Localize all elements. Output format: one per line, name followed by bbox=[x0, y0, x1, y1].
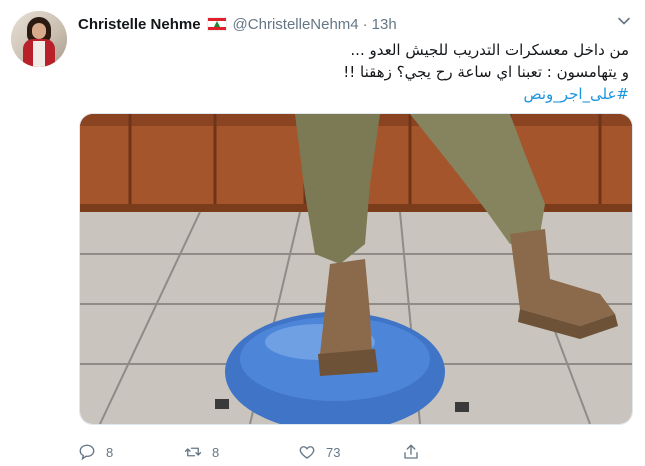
tweet-header: Christelle Nehme @ChristelleNehm4 · 13h bbox=[78, 14, 397, 34]
reply-button[interactable]: 8 bbox=[78, 442, 113, 462]
like-button[interactable]: 73 bbox=[298, 442, 340, 462]
tweet-actions: 8 8 73 bbox=[78, 442, 618, 462]
share-icon bbox=[404, 444, 418, 459]
retweet-count: 8 bbox=[212, 444, 220, 460]
tweet-text-line: و يتهامسون : تعبنا اي ساعة رح يجي؟ زهقنا… bbox=[343, 63, 629, 81]
author-name[interactable]: Christelle Nehme bbox=[78, 16, 201, 33]
tweet-text: من داخل معسكرات التدريب للجيش العدو ... … bbox=[89, 39, 629, 105]
author-handle[interactable]: @ChristelleNehm4 bbox=[233, 16, 359, 33]
photo-illustration bbox=[80, 114, 632, 424]
chevron-down-icon[interactable] bbox=[617, 14, 631, 28]
reply-icon bbox=[79, 444, 95, 461]
share-button[interactable] bbox=[402, 442, 430, 462]
lebanon-flag-icon bbox=[206, 17, 227, 31]
like-count: 73 bbox=[326, 444, 341, 460]
heart-icon bbox=[299, 446, 315, 459]
retweet-button[interactable]: 8 bbox=[184, 442, 219, 462]
tweet-photo[interactable] bbox=[79, 113, 633, 425]
hashtag-link[interactable]: #على_اجر_ونص bbox=[89, 83, 630, 105]
separator-dot: · bbox=[362, 15, 368, 33]
tweet-text-line: من داخل معسكرات التدريب للجيش العدو ... bbox=[350, 41, 629, 59]
tweet-card[interactable]: Christelle Nehme @ChristelleNehm4 · 13h … bbox=[0, 0, 645, 466]
tweet-timestamp[interactable]: 13h bbox=[372, 16, 397, 33]
reply-count: 8 bbox=[106, 444, 114, 460]
avatar[interactable] bbox=[11, 11, 67, 67]
retweet-icon bbox=[184, 447, 202, 457]
